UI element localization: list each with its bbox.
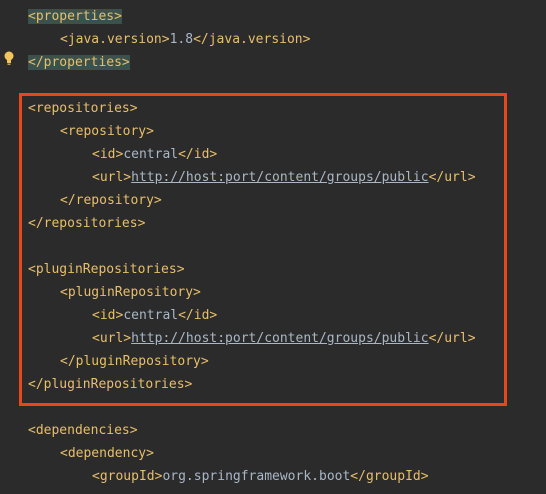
code-line[interactable]: </pluginRepository>: [60, 350, 209, 373]
xml-tag: <repositories>: [28, 101, 138, 116]
xml-tag: <pluginRepository>: [60, 285, 201, 300]
tag-value: central: [123, 147, 179, 162]
xml-tag: <url>: [92, 170, 132, 185]
xml-tag: </pluginRepositories>: [28, 377, 193, 392]
xml-tag: </url>: [428, 170, 476, 185]
code-line[interactable]: <repository>: [60, 120, 154, 143]
code-line[interactable]: <dependencies>: [28, 419, 138, 442]
xml-tag: </properties>: [28, 55, 130, 70]
lightbulb-icon[interactable]: [2, 50, 16, 66]
xml-tag: <dependencies>: [28, 423, 138, 438]
code-line[interactable]: <properties>: [28, 5, 122, 28]
url-link[interactable]: http://host:port/content/groups/public: [131, 170, 428, 185]
code-line[interactable]: </properties>: [28, 51, 130, 74]
xml-tag: </repository>: [60, 193, 162, 208]
code-editor[interactable]: <groupId>org.springframework.boot</group…: [0, 0, 546, 494]
code-line[interactable]: </repositories>: [28, 212, 145, 235]
tag-value: 1.8: [169, 32, 194, 47]
code-line[interactable]: <groupId>org.springframework.boot</group…: [92, 465, 429, 488]
tag-value: central: [123, 308, 179, 323]
xml-tag: <pluginRepositories>: [28, 262, 185, 277]
code-line[interactable]: <pluginRepositories>: [28, 258, 185, 281]
xml-tag: </java.version>: [193, 32, 311, 47]
xml-tag: <groupId>: [92, 469, 163, 484]
xml-tag: <url>: [92, 331, 132, 346]
code-line[interactable]: <dependency>: [60, 442, 154, 465]
xml-tag: </repositories>: [28, 216, 146, 231]
code-line[interactable]: </repository>: [60, 189, 162, 212]
xml-tag: <repository>: [60, 124, 154, 139]
xml-tag: </url>: [428, 331, 476, 346]
xml-tag: <java.version>: [60, 32, 170, 47]
tag-value: org.springframework.boot: [162, 469, 351, 484]
url-link[interactable]: http://host:port/content/groups/public: [131, 331, 428, 346]
xml-tag: <properties>: [28, 9, 122, 24]
code-line[interactable]: <url>http://host:port/content/groups/pub…: [92, 327, 476, 350]
xml-tag: </groupId>: [350, 469, 429, 484]
xml-tag: </id>: [178, 147, 218, 162]
code-line[interactable]: <id>central</id>: [92, 304, 217, 327]
code-line[interactable]: <java.version>1.8</java.version>: [60, 28, 310, 51]
xml-tag: </id>: [178, 308, 218, 323]
code-line[interactable]: </pluginRepositories>: [28, 373, 192, 396]
code-line[interactable]: <repositories>: [28, 97, 138, 120]
code-line[interactable]: <url>http://host:port/content/groups/pub…: [92, 166, 476, 189]
xml-tag: </pluginRepository>: [60, 354, 209, 369]
xml-tag: <dependency>: [60, 446, 154, 461]
xml-tag: <id>: [92, 147, 124, 162]
code-line[interactable]: <id>central</id>: [92, 143, 217, 166]
xml-tag: <id>: [92, 308, 124, 323]
code-line[interactable]: <pluginRepository>: [60, 281, 201, 304]
